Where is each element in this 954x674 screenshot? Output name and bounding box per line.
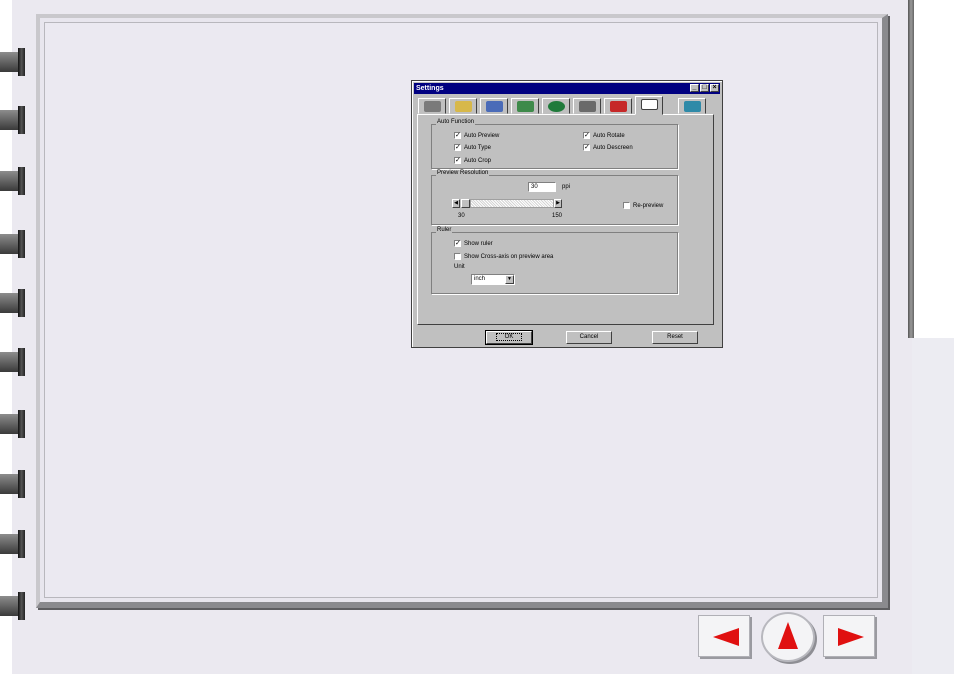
scanner-icon (424, 101, 441, 112)
slider-max-label: 150 (552, 213, 563, 219)
auto-rotate-checkbox[interactable]: ✓ Auto Rotate (583, 132, 625, 139)
tab-layout[interactable] (635, 96, 663, 115)
scan-bed-icon (684, 101, 701, 112)
resolution-slider-track[interactable] (470, 199, 554, 208)
tab-film[interactable] (480, 98, 508, 114)
slider-right-icon[interactable]: ▶ (554, 199, 562, 208)
group-title: Ruler (436, 227, 453, 233)
auto-descreen-checkbox[interactable]: ✓ Auto Descreen (583, 144, 633, 151)
show-crossaxis-checkbox[interactable]: Show Cross-axis on preview area (454, 253, 553, 260)
binder-ring (0, 230, 26, 258)
binder-ring (0, 48, 26, 76)
arrow-right-icon (838, 628, 864, 646)
slider-min-label: 30 (458, 213, 465, 219)
layout-icon (641, 99, 658, 110)
previous-page-button[interactable] (698, 615, 750, 657)
checkbox-label: Auto Type (464, 144, 491, 151)
tab-gears[interactable] (573, 98, 601, 114)
settings-dialog: Settings _ □ × Auto Function ✓ Auto Previ… (411, 80, 723, 348)
gears-icon (579, 101, 596, 112)
repreview-checkbox[interactable]: Re-preview (623, 202, 663, 209)
checkbox-label: Show Cross-axis on preview area (464, 253, 554, 260)
tab-folder[interactable] (449, 98, 477, 114)
checkbox-label: Show ruler (464, 240, 493, 247)
tab-scanner[interactable] (418, 98, 446, 114)
tab-image-adjust[interactable] (511, 98, 539, 114)
preview-resolution-group: Preview Resolution 30 ppi ◀ ▶ 30 150 Re-… (431, 170, 678, 225)
reset-button[interactable]: Reset (652, 331, 698, 344)
ok-label: OK (495, 333, 523, 341)
resolution-slider-thumb[interactable] (461, 199, 470, 208)
dialog-titlebar[interactable]: Settings _ □ × (414, 83, 720, 94)
page-margin-left (0, 0, 12, 674)
unit-select[interactable]: inch ▼ (471, 274, 515, 285)
binder-ring (0, 348, 26, 376)
notebook-spine (908, 0, 914, 338)
tab-memory[interactable] (604, 98, 632, 114)
arrow-left-icon (713, 628, 739, 646)
close-icon[interactable]: × (710, 84, 719, 92)
binder-ring (0, 289, 26, 317)
next-page-button[interactable] (823, 615, 875, 657)
auto-function-group: Auto Function ✓ Auto Preview ✓ Auto Type ✓… (431, 119, 678, 169)
group-title: Preview Resolution (436, 170, 490, 176)
dialog-title: Settings (416, 85, 444, 92)
minimize-icon[interactable]: _ (690, 84, 699, 92)
chevron-down-icon[interactable]: ▼ (505, 275, 514, 284)
slider-left-icon[interactable]: ◀ (452, 199, 460, 208)
maximize-icon[interactable]: □ (700, 84, 709, 92)
unit-select-value: inch (474, 276, 486, 282)
page-margin-right (912, 0, 954, 338)
checkbox-label: Auto Crop (464, 157, 492, 164)
checkbox-label: Auto Descreen (593, 144, 633, 151)
tab-color[interactable] (542, 98, 570, 114)
auto-type-checkbox[interactable]: ✓ Auto Type (454, 144, 491, 151)
memory-card-icon (610, 101, 627, 112)
binder-ring (0, 106, 26, 134)
film-icon (486, 101, 503, 112)
binder-ring (0, 592, 26, 620)
checkbox-label: Re-preview (633, 202, 664, 209)
settings-panel: Auto Function ✓ Auto Preview ✓ Auto Type ✓… (417, 114, 714, 325)
color-wheel-icon (548, 101, 565, 112)
resolution-unit: ppi (562, 184, 571, 190)
home-button[interactable] (761, 612, 815, 662)
auto-preview-checkbox[interactable]: ✓ Auto Preview (454, 132, 499, 139)
cancel-button[interactable]: Cancel (566, 331, 612, 344)
arrow-up-icon (778, 622, 798, 649)
resolution-input[interactable]: 30 (528, 182, 556, 192)
auto-crop-checkbox[interactable]: ✓ Auto Crop (454, 157, 491, 164)
checkbox-label: Auto Preview (464, 132, 500, 139)
page-margin-right-lower (912, 338, 954, 674)
binder-ring (0, 167, 26, 195)
binder-ring (0, 470, 26, 498)
ok-button[interactable]: OK (485, 330, 533, 345)
ruler-group: Ruler ✓ Show ruler Show Cross-axis on pre… (431, 227, 678, 294)
binder-ring (0, 410, 26, 438)
checkbox-label: Auto Rotate (593, 132, 625, 139)
unit-label: Unit (454, 264, 465, 270)
tab-scan-bed[interactable] (678, 98, 706, 114)
show-ruler-checkbox[interactable]: ✓ Show ruler (454, 240, 493, 247)
group-title: Auto Function (436, 119, 476, 125)
image-adjust-icon (517, 101, 534, 112)
binder-ring (0, 530, 26, 558)
folder-photo-icon (455, 101, 472, 112)
